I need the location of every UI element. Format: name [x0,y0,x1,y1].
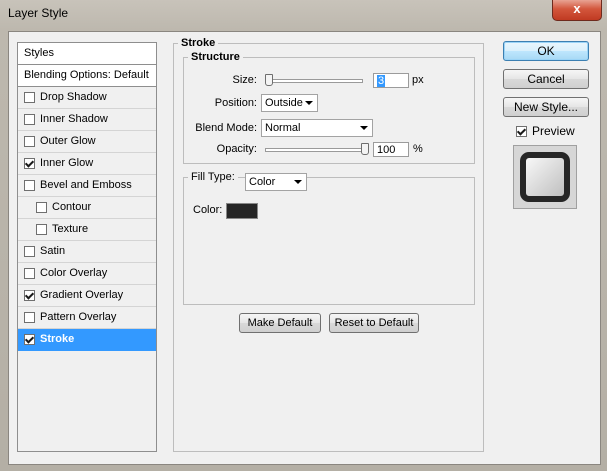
dialog-client: Styles Blending Options: Default Drop Sh… [8,31,601,465]
title-bar[interactable]: Layer Style x [0,0,607,26]
style-item-satin[interactable]: Satin [18,241,156,263]
style-item-inner-shadow[interactable]: Inner Shadow [18,109,156,131]
new-style-button[interactable]: New Style... [503,97,589,117]
make-default-button[interactable]: Make Default [239,313,321,333]
style-checkbox[interactable] [24,158,35,169]
style-item-label: Contour [52,201,92,213]
preview-label: Preview [532,124,575,138]
position-dropdown[interactable]: Outside [261,94,318,112]
style-item-label: Pattern Overlay [40,311,117,323]
style-item-pattern-overlay[interactable]: Pattern Overlay [18,307,156,329]
size-unit: px [412,74,424,86]
opacity-input[interactable]: 100 [373,142,409,157]
close-icon[interactable]: x [552,0,602,21]
stroke-group-title: Stroke [181,37,216,49]
style-checkbox[interactable] [24,334,35,345]
style-item-stroke[interactable]: Stroke [18,329,156,351]
styles-header[interactable]: Styles [18,43,156,65]
blending-options[interactable]: Blending Options: Default [18,65,156,87]
preview-checkbox[interactable]: Preview [516,124,575,138]
opacity-slider-thumb[interactable] [361,143,369,155]
style-item-label: Outer Glow [40,135,96,147]
style-checkbox[interactable] [24,92,35,103]
style-item-label: Texture [52,223,89,235]
styles-list: Styles Blending Options: Default Drop Sh… [17,42,157,452]
style-checkbox[interactable] [24,268,35,279]
style-preview [513,145,577,209]
style-checkbox[interactable] [36,202,47,213]
style-checkbox[interactable] [24,290,35,301]
style-item-label: Bevel and Emboss [40,179,132,191]
size-slider-track[interactable] [265,79,363,83]
cancel-button[interactable]: Cancel [503,69,589,89]
color-label: Color: [193,204,223,216]
style-item-label: Inner Shadow [40,113,108,125]
style-item-texture[interactable]: Texture [18,219,156,241]
style-item-label: Satin [40,245,66,257]
style-item-label: Stroke [40,333,75,345]
style-checkbox[interactable] [24,114,35,125]
blend-mode-label: Blend Mode: [195,122,257,134]
stroke-color-swatch[interactable] [226,203,258,219]
fill-type-label: Fill Type: [191,171,235,183]
style-item-color-overlay[interactable]: Color Overlay [18,263,156,285]
window-title: Layer Style [8,6,69,20]
style-item-contour[interactable]: Contour [18,197,156,219]
style-item-outer-glow[interactable]: Outer Glow [18,131,156,153]
preview-check-icon[interactable] [516,125,527,137]
position-label: Position: [214,97,257,109]
size-slider-thumb[interactable] [264,74,273,86]
style-item-label: Color Overlay [40,267,108,279]
size-label: Size: [232,74,257,86]
style-checkbox[interactable] [24,136,35,147]
ok-button[interactable]: OK [503,41,589,61]
opacity-unit: % [413,143,423,155]
style-checkbox[interactable] [24,246,35,257]
chevron-down-icon [360,126,368,130]
style-item-label: Drop Shadow [40,91,107,103]
style-item-drop-shadow[interactable]: Drop Shadow [18,87,156,109]
style-item-bevel-and-emboss[interactable]: Bevel and Emboss [18,175,156,197]
opacity-label: Opacity: [216,143,257,155]
style-item-gradient-overlay[interactable]: Gradient Overlay [18,285,156,307]
chevron-down-icon [305,101,313,105]
structure-group-title: Structure [191,51,240,63]
style-checkbox[interactable] [24,180,35,191]
fill-type-dropdown[interactable]: Color [245,173,307,191]
preview-thumbnail [520,152,570,202]
style-checkbox[interactable] [36,224,47,235]
opacity-slider-track[interactable] [265,148,369,152]
blend-mode-dropdown[interactable]: Normal [261,119,373,137]
size-input[interactable]: 3 [373,73,409,88]
reset-to-default-button[interactable]: Reset to Default [329,313,419,333]
style-checkbox[interactable] [24,312,35,323]
fill-group: Fill Type: [183,171,475,305]
style-item-label: Inner Glow [40,157,94,169]
chevron-down-icon [294,180,302,184]
layer-style-window: Layer Style x Styles Blending Options: D… [0,0,607,471]
style-item-label: Gradient Overlay [40,289,124,301]
style-item-inner-glow[interactable]: Inner Glow [18,153,156,175]
